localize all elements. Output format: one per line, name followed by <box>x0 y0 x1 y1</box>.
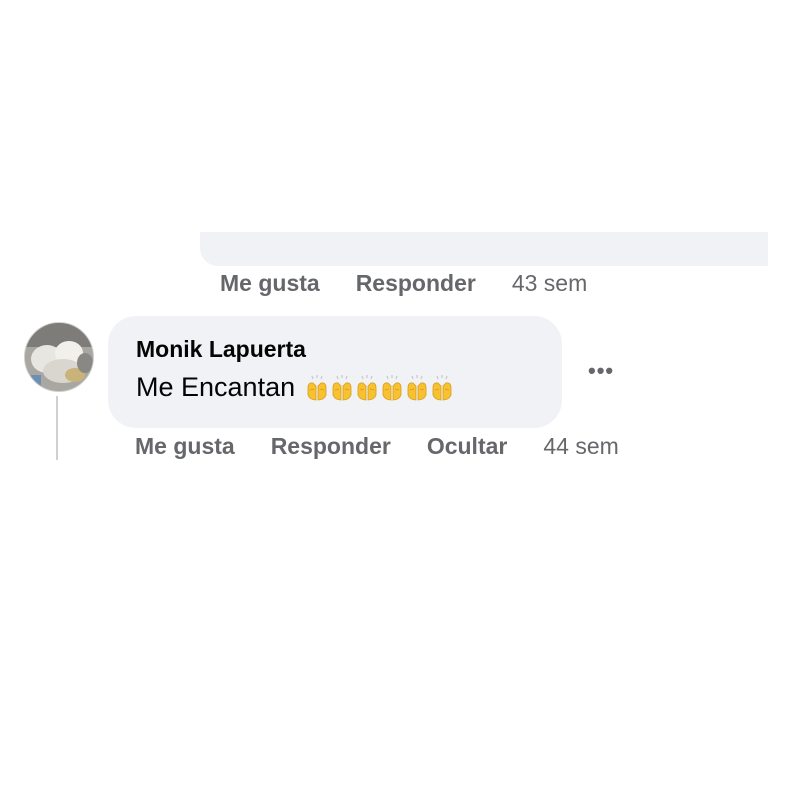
comment-thread: Me gusta Responder 43 sem Monik Lapuerta… <box>0 0 800 800</box>
avatar-image <box>25 323 93 391</box>
comment-actions: Me gusta Responder Ocultar 44 sem <box>135 433 655 460</box>
thread-line <box>56 396 58 460</box>
emoji-row <box>305 374 455 402</box>
previous-comment-bubble <box>200 232 768 266</box>
like-button[interactable]: Me gusta <box>135 433 235 460</box>
comment-bubble: Monik Lapuerta Me Encantan <box>108 316 562 428</box>
clapping-hands-icon <box>407 374 427 400</box>
comment-timestamp[interactable]: 43 sem <box>512 270 587 297</box>
like-button[interactable]: Me gusta <box>220 270 320 297</box>
clapping-hands-icon <box>357 374 377 400</box>
hide-button[interactable]: Ocultar <box>427 433 508 460</box>
comment-text: Me Encantan <box>136 372 296 402</box>
reply-button[interactable]: Responder <box>356 270 476 297</box>
comment-author[interactable]: Monik Lapuerta <box>136 336 306 363</box>
avatar[interactable] <box>24 322 94 392</box>
clapping-hands-icon <box>332 374 352 400</box>
comment-body: Me Encantan <box>136 372 455 403</box>
clapping-hands-icon <box>307 374 327 400</box>
comment-timestamp[interactable]: 44 sem <box>543 433 618 460</box>
reply-button[interactable]: Responder <box>271 433 391 460</box>
clapping-hands-icon <box>382 374 402 400</box>
clapping-hands-icon <box>432 374 452 400</box>
previous-comment-actions: Me gusta Responder 43 sem <box>220 270 623 297</box>
more-options-icon[interactable]: ••• <box>588 358 614 384</box>
